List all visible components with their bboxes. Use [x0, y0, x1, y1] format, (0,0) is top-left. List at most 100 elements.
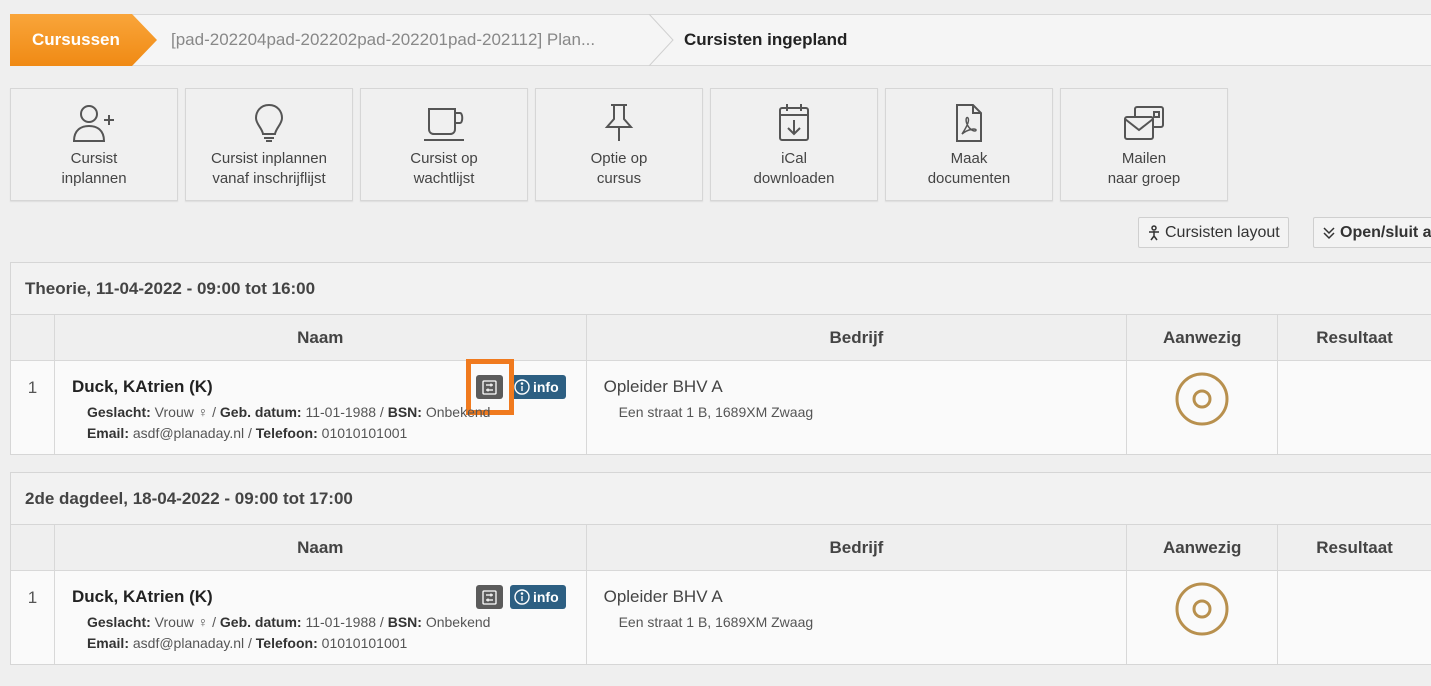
col-bedrijf: Bedrijf	[587, 525, 1128, 570]
col-naam: Naam	[55, 315, 587, 360]
student-name[interactable]: Duck, KAtrien (K)	[72, 377, 213, 397]
mailen-groep-button[interactable]: Mailen naar groep	[1060, 88, 1228, 201]
table-row: 1 Duck, KAtrien (K) info Geslacht: Vrouw…	[11, 571, 1431, 664]
col-aanwezig: Aanwezig	[1127, 315, 1279, 360]
email-label: Email:	[86, 635, 129, 651]
double-chevron-down-icon	[1323, 226, 1335, 239]
info-icon	[514, 379, 530, 395]
session-panel: Theorie, 11-04-2022 - 09:00 tot 16:00 Na…	[10, 262, 1431, 455]
info-button[interactable]: info	[509, 585, 566, 609]
edit-button[interactable]	[475, 375, 503, 399]
open-sluit-button[interactable]: Open/sluit a	[1313, 217, 1431, 248]
open-sluit-label: Open/sluit a	[1340, 223, 1431, 241]
cursist-inplannen-inschrijflijst-button[interactable]: Cursist inplannen vanaf inschrijflijst	[185, 88, 353, 201]
breadcrumb: Cursussen [pad-202204pad-202202pad-20220…	[10, 14, 1431, 66]
toolbar: Cursist inplannen Cursist inplannen vana…	[10, 88, 1228, 201]
telefoon-label: Telefoon:	[255, 425, 318, 441]
naam-cell: Duck, KAtrien (K) info Geslacht: Vrouw ♀…	[55, 571, 587, 664]
row-number: 1	[11, 361, 55, 454]
email-value: asdf@planaday.nl	[132, 635, 245, 651]
bedrijf-name[interactable]: Opleider BHV A	[604, 587, 723, 607]
ical-downloaden-button[interactable]: iCal downloaden	[710, 88, 878, 201]
email-value: asdf@planaday.nl	[132, 425, 245, 441]
bsn-label: BSN:	[387, 404, 422, 420]
cursist-wachtlijst-button[interactable]: Cursist op wachtlijst	[360, 88, 528, 201]
sliders-icon	[482, 589, 497, 605]
student-name[interactable]: Duck, KAtrien (K)	[72, 587, 213, 607]
toolbar-label: Maak documenten	[927, 150, 1011, 187]
group-mail-icon	[1124, 106, 1164, 140]
calendar-download-icon	[779, 104, 809, 141]
toolbar-label: iCal downloaden	[753, 150, 835, 187]
telefoon-value: 01010101001	[321, 425, 408, 441]
female-icon: ♀	[197, 404, 209, 420]
info-label: info	[532, 379, 559, 395]
col-resultaat: Resultaat	[1316, 327, 1393, 347]
student-details-line2: Email: asdf@planaday.nl / Telefoon: 0101…	[86, 425, 408, 441]
pushpin-icon	[604, 104, 634, 141]
aanwezig-cell	[1127, 571, 1279, 664]
telefoon-value: 01010101001	[321, 635, 408, 651]
geslacht-value: Vrouw	[154, 404, 194, 420]
info-label: info	[532, 589, 559, 605]
resultaat-cell	[1278, 361, 1431, 454]
bsn-value: Onbekend	[425, 614, 491, 630]
geslacht-value: Vrouw	[154, 614, 194, 630]
table-header: Naam Bedrijf Aanwezig Resultaat	[11, 525, 1431, 571]
person-icon	[1149, 224, 1159, 240]
cursisten-layout-label: Cursisten layout	[1165, 223, 1280, 241]
gebdatum-value: 11-01-1988	[305, 614, 377, 630]
bedrijf-cell: Opleider BHV A Een straat 1 B, 1689XM Zw…	[587, 361, 1128, 454]
toolbar-label: Cursist inplannen vanaf inschrijflijst	[211, 150, 327, 187]
edit-button[interactable]	[475, 585, 503, 609]
aanwezig-cell	[1127, 361, 1279, 454]
col-num	[11, 315, 55, 360]
gebdatum-value: 11-01-1988	[305, 404, 377, 420]
info-button[interactable]: info	[509, 375, 566, 399]
female-icon: ♀	[197, 614, 209, 630]
session-title: Theorie, 11-04-2022 - 09:00 tot 16:00	[11, 263, 1431, 315]
telefoon-label: Telefoon:	[255, 635, 318, 651]
col-aanwezig: Aanwezig	[1127, 525, 1279, 570]
row-number: 1	[11, 571, 55, 664]
col-num	[11, 525, 55, 570]
student-details-line1: Geslacht: Vrouw ♀ / Geb. datum: 11-01-19…	[86, 404, 491, 420]
info-icon	[514, 589, 530, 605]
user-plus-icon	[72, 105, 114, 142]
lightbulb-icon	[254, 103, 284, 142]
maak-documenten-button[interactable]: Maak documenten	[885, 88, 1053, 201]
col-resultaat: Resultaat	[1316, 537, 1393, 557]
bsn-value: Onbekend	[425, 404, 491, 420]
breadcrumb-separator	[648, 14, 674, 66]
student-details-line2: Email: asdf@planaday.nl / Telefoon: 0101…	[86, 635, 408, 651]
coffee-cup-icon	[424, 108, 464, 141]
toolbar-label: Cursist op wachtlijst	[410, 150, 478, 187]
col-bedrijf: Bedrijf	[587, 315, 1128, 360]
table-row: 1 Duck, KAtrien (K) info Geslacht: Vrouw	[11, 359, 1431, 454]
toolbar-label: Cursist inplannen	[61, 150, 127, 187]
session-panel: 2de dagdeel, 18-04-2022 - 09:00 tot 17:0…	[10, 472, 1431, 665]
attendance-toggle-icon[interactable]	[1174, 371, 1230, 427]
table-header: Naam Bedrijf Aanwezig Resultaat	[11, 315, 1431, 361]
bedrijf-name[interactable]: Opleider BHV A	[604, 377, 723, 397]
breadcrumb-home[interactable]: Cursussen	[10, 14, 157, 66]
toolbar-label: Optie op cursus	[590, 150, 648, 187]
bedrijf-address: Een straat 1 B, 1689XM Zwaag	[618, 614, 814, 630]
gebdatum-label: Geb. datum:	[219, 614, 302, 630]
toolbar-label: Mailen naar groep	[1107, 150, 1181, 187]
sliders-icon	[482, 379, 497, 395]
cursisten-layout-button[interactable]: Cursisten layout	[1138, 217, 1289, 248]
bsn-label: BSN:	[387, 614, 422, 630]
col-naam: Naam	[55, 525, 587, 570]
email-label: Email:	[86, 425, 129, 441]
bedrijf-cell: Opleider BHV A Een straat 1 B, 1689XM Zw…	[587, 571, 1128, 664]
bedrijf-address: Een straat 1 B, 1689XM Zwaag	[618, 404, 814, 420]
breadcrumb-course[interactable]: [pad-202204pad-202202pad-202201pad-20211…	[171, 15, 595, 65]
pdf-document-icon	[956, 104, 982, 142]
geslacht-label: Geslacht:	[86, 404, 151, 420]
breadcrumb-current: Cursisten ingepland	[684, 30, 848, 49]
resultaat-cell	[1278, 571, 1431, 664]
attendance-toggle-icon[interactable]	[1174, 581, 1230, 637]
cursist-inplannen-button[interactable]: Cursist inplannen	[10, 88, 178, 201]
optie-cursus-button[interactable]: Optie op cursus	[535, 88, 703, 201]
